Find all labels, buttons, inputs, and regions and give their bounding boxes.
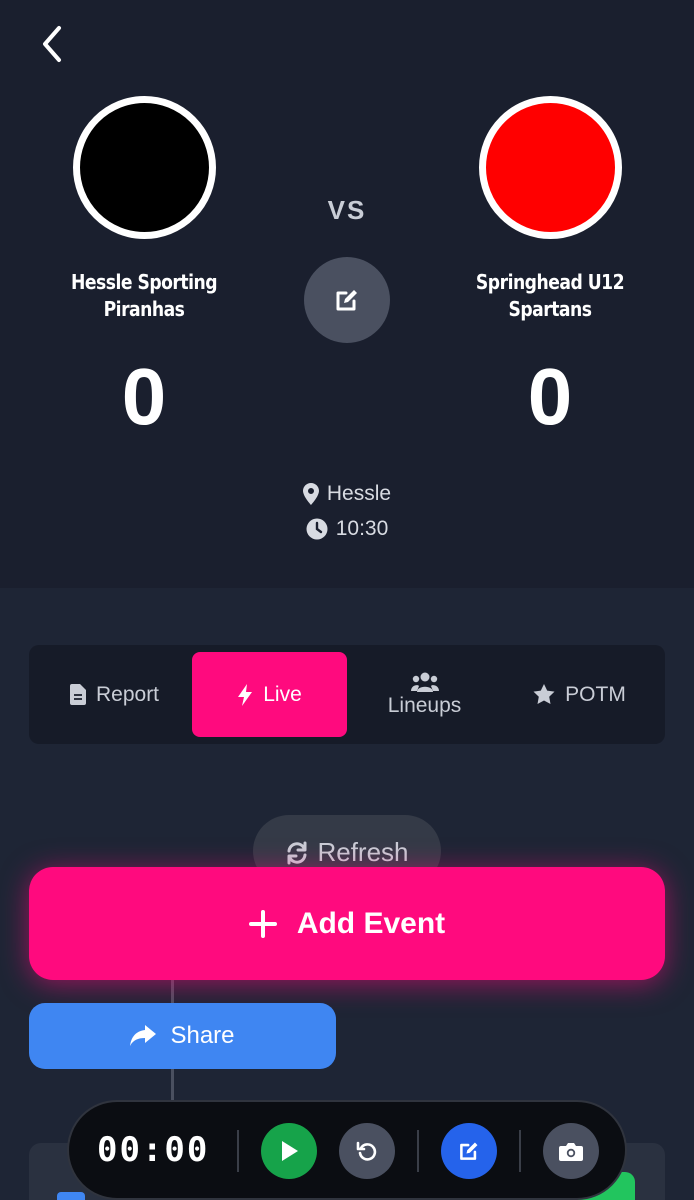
match-tabs: Report Live Lineups POTM bbox=[29, 645, 665, 744]
plus-icon bbox=[248, 909, 277, 938]
match-time: 10:30 bbox=[0, 517, 694, 541]
camera-icon bbox=[559, 1143, 583, 1161]
play-button[interactable] bbox=[261, 1123, 317, 1179]
back-button[interactable] bbox=[30, 22, 74, 66]
time-text: 10:30 bbox=[335, 517, 389, 540]
control-divider bbox=[417, 1130, 419, 1172]
star-icon bbox=[533, 684, 555, 704]
add-event-button[interactable]: Add Event bbox=[29, 867, 665, 980]
match-control-bar: 00:00 bbox=[67, 1100, 627, 1200]
event-card-marker bbox=[57, 1192, 85, 1200]
tab-live-label: Live bbox=[263, 682, 302, 706]
vs-label: VS bbox=[327, 195, 367, 225]
home-team: Hessle Sporting Piranhas bbox=[24, 96, 264, 323]
tab-lineups[interactable]: Lineups bbox=[347, 652, 502, 737]
map-pin-icon bbox=[302, 483, 319, 505]
tab-lineups-label: Lineups bbox=[387, 693, 462, 717]
clock-icon bbox=[306, 518, 328, 540]
tab-potm-label: POTM bbox=[565, 682, 626, 706]
away-team-name: Springhead U12 Spartans bbox=[475, 270, 625, 321]
control-divider bbox=[519, 1130, 521, 1172]
away-team: Springhead U12 Spartans bbox=[430, 96, 670, 323]
users-icon bbox=[410, 672, 439, 692]
match-header: Hessle Sporting Piranhas VS Springhead U… bbox=[0, 0, 694, 588]
undo-icon bbox=[356, 1141, 377, 1161]
tab-report[interactable]: Report bbox=[37, 652, 192, 737]
edit-match-button[interactable] bbox=[304, 257, 390, 343]
file-icon bbox=[69, 684, 86, 705]
home-team-crest bbox=[72, 96, 216, 239]
play-icon bbox=[282, 1141, 298, 1161]
chevron-left-icon bbox=[43, 26, 61, 62]
tab-report-label: Report bbox=[95, 682, 160, 706]
share-label: Share bbox=[170, 1022, 235, 1049]
away-score: 0 bbox=[527, 352, 573, 441]
tab-live[interactable]: Live bbox=[192, 652, 347, 737]
match-timer: 00:00 bbox=[97, 1130, 210, 1170]
edit-event-button[interactable] bbox=[441, 1123, 497, 1179]
pen-to-square-icon bbox=[336, 290, 357, 311]
match-venue: Hessle bbox=[0, 482, 694, 506]
pen-to-square-icon bbox=[460, 1142, 478, 1160]
away-team-crest bbox=[478, 96, 622, 239]
home-score: 0 bbox=[121, 352, 167, 441]
bolt-icon bbox=[238, 683, 253, 706]
control-divider bbox=[237, 1130, 239, 1172]
venue-text: Hessle bbox=[326, 482, 392, 505]
add-event-label: Add Event bbox=[296, 906, 446, 940]
tab-potm[interactable]: POTM bbox=[502, 652, 657, 737]
undo-button[interactable] bbox=[339, 1123, 395, 1179]
refresh-label: Refresh bbox=[317, 837, 409, 867]
camera-button[interactable] bbox=[543, 1123, 599, 1179]
share-icon bbox=[130, 1025, 157, 1046]
refresh-icon bbox=[287, 841, 307, 865]
home-team-name: Hessle Sporting Piranhas bbox=[70, 270, 218, 321]
share-button[interactable]: Share bbox=[29, 1003, 336, 1069]
